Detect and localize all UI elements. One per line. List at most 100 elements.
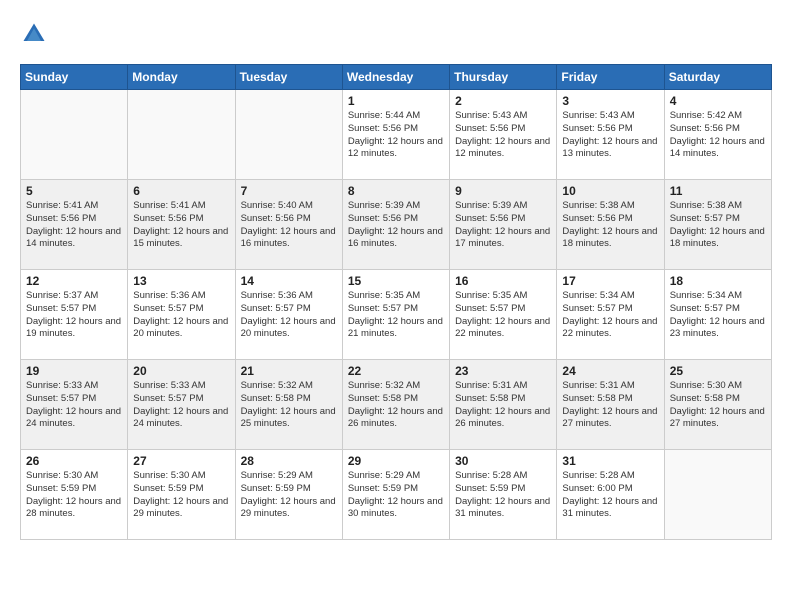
day-number: 6 bbox=[133, 184, 229, 198]
day-info: Sunrise: 5:39 AM Sunset: 5:56 PM Dayligh… bbox=[348, 200, 444, 251]
day-info: Sunrise: 5:28 AM Sunset: 6:00 PM Dayligh… bbox=[562, 470, 658, 521]
calendar-day-cell: 14 Sunrise: 5:36 AM Sunset: 5:57 PM Dayli… bbox=[235, 270, 342, 360]
weekday-header-wednesday: Wednesday bbox=[342, 65, 449, 90]
calendar-day-cell: 18 Sunrise: 5:34 AM Sunset: 5:57 PM Dayli… bbox=[664, 270, 771, 360]
calendar-day-cell: 4 Sunrise: 5:42 AM Sunset: 5:56 PM Daylig… bbox=[664, 90, 771, 180]
weekday-header-sunday: Sunday bbox=[21, 65, 128, 90]
day-info: Sunrise: 5:32 AM Sunset: 5:58 PM Dayligh… bbox=[348, 380, 444, 431]
calendar-day-cell: 26 Sunrise: 5:30 AM Sunset: 5:59 PM Dayli… bbox=[21, 450, 128, 540]
day-number: 17 bbox=[562, 274, 658, 288]
day-info: Sunrise: 5:30 AM Sunset: 5:59 PM Dayligh… bbox=[26, 470, 122, 521]
day-info: Sunrise: 5:36 AM Sunset: 5:57 PM Dayligh… bbox=[133, 290, 229, 341]
calendar-day-cell: 2 Sunrise: 5:43 AM Sunset: 5:56 PM Daylig… bbox=[450, 90, 557, 180]
day-number: 22 bbox=[348, 364, 444, 378]
day-number: 20 bbox=[133, 364, 229, 378]
day-info: Sunrise: 5:40 AM Sunset: 5:56 PM Dayligh… bbox=[241, 200, 337, 251]
calendar-day-cell bbox=[128, 90, 235, 180]
calendar-day-cell: 27 Sunrise: 5:30 AM Sunset: 5:59 PM Dayli… bbox=[128, 450, 235, 540]
day-info: Sunrise: 5:36 AM Sunset: 5:57 PM Dayligh… bbox=[241, 290, 337, 341]
day-info: Sunrise: 5:32 AM Sunset: 5:58 PM Dayligh… bbox=[241, 380, 337, 431]
calendar-day-cell: 28 Sunrise: 5:29 AM Sunset: 5:59 PM Dayli… bbox=[235, 450, 342, 540]
day-number: 13 bbox=[133, 274, 229, 288]
calendar-day-cell: 6 Sunrise: 5:41 AM Sunset: 5:56 PM Daylig… bbox=[128, 180, 235, 270]
calendar-day-cell: 25Sunrise: 5:30 AM Sunset: 5:58 PM Dayli… bbox=[664, 360, 771, 450]
weekday-header-saturday: Saturday bbox=[664, 65, 771, 90]
day-info: Sunrise: 5:38 AM Sunset: 5:56 PM Dayligh… bbox=[562, 200, 658, 251]
day-info: Sunrise: 5:35 AM Sunset: 5:57 PM Dayligh… bbox=[455, 290, 551, 341]
calendar-day-cell: 21Sunrise: 5:32 AM Sunset: 5:58 PM Dayli… bbox=[235, 360, 342, 450]
weekday-header-friday: Friday bbox=[557, 65, 664, 90]
day-info: Sunrise: 5:35 AM Sunset: 5:57 PM Dayligh… bbox=[348, 290, 444, 341]
calendar-week-row: 12Sunrise: 5:37 AM Sunset: 5:57 PM Dayli… bbox=[21, 270, 772, 360]
day-info: Sunrise: 5:30 AM Sunset: 5:59 PM Dayligh… bbox=[133, 470, 229, 521]
day-info: Sunrise: 5:42 AM Sunset: 5:56 PM Dayligh… bbox=[670, 110, 766, 161]
day-info: Sunrise: 5:29 AM Sunset: 5:59 PM Dayligh… bbox=[348, 470, 444, 521]
calendar-day-cell: 9 Sunrise: 5:39 AM Sunset: 5:56 PM Daylig… bbox=[450, 180, 557, 270]
day-info: Sunrise: 5:31 AM Sunset: 5:58 PM Dayligh… bbox=[562, 380, 658, 431]
day-info: Sunrise: 5:33 AM Sunset: 5:57 PM Dayligh… bbox=[133, 380, 229, 431]
calendar-day-cell: 23 Sunrise: 5:31 AM Sunset: 5:58 PM Dayli… bbox=[450, 360, 557, 450]
calendar-day-cell bbox=[235, 90, 342, 180]
day-info: Sunrise: 5:43 AM Sunset: 5:56 PM Dayligh… bbox=[562, 110, 658, 161]
day-number: 4 bbox=[670, 94, 766, 108]
day-info: Sunrise: 5:43 AM Sunset: 5:56 PM Dayligh… bbox=[455, 110, 551, 161]
calendar-day-cell: 5Sunrise: 5:41 AM Sunset: 5:56 PM Daylig… bbox=[21, 180, 128, 270]
logo bbox=[20, 20, 52, 48]
calendar-day-cell: 30 Sunrise: 5:28 AM Sunset: 5:59 PM Dayli… bbox=[450, 450, 557, 540]
day-info: Sunrise: 5:44 AM Sunset: 5:56 PM Dayligh… bbox=[348, 110, 444, 161]
day-info: Sunrise: 5:39 AM Sunset: 5:56 PM Dayligh… bbox=[455, 200, 551, 251]
day-number: 18 bbox=[670, 274, 766, 288]
day-number: 14 bbox=[241, 274, 337, 288]
calendar-day-cell bbox=[664, 450, 771, 540]
calendar-day-cell: 13 Sunrise: 5:36 AM Sunset: 5:57 PM Dayli… bbox=[128, 270, 235, 360]
day-number: 28 bbox=[241, 454, 337, 468]
day-info: Sunrise: 5:38 AM Sunset: 5:57 PM Dayligh… bbox=[670, 200, 766, 251]
day-number: 27 bbox=[133, 454, 229, 468]
day-number: 16 bbox=[455, 274, 551, 288]
calendar-day-cell: 1 Sunrise: 5:44 AM Sunset: 5:56 PM Daylig… bbox=[342, 90, 449, 180]
day-number: 11 bbox=[670, 184, 766, 198]
calendar-week-row: 1 Sunrise: 5:44 AM Sunset: 5:56 PM Daylig… bbox=[21, 90, 772, 180]
day-info: Sunrise: 5:41 AM Sunset: 5:56 PM Dayligh… bbox=[133, 200, 229, 251]
day-number: 24 bbox=[562, 364, 658, 378]
day-info: Sunrise: 5:29 AM Sunset: 5:59 PM Dayligh… bbox=[241, 470, 337, 521]
day-number: 15 bbox=[348, 274, 444, 288]
weekday-header-tuesday: Tuesday bbox=[235, 65, 342, 90]
calendar-day-cell: 31 Sunrise: 5:28 AM Sunset: 6:00 PM Dayli… bbox=[557, 450, 664, 540]
day-number: 8 bbox=[348, 184, 444, 198]
day-number: 30 bbox=[455, 454, 551, 468]
day-number: 2 bbox=[455, 94, 551, 108]
calendar-day-cell: 10Sunrise: 5:38 AM Sunset: 5:56 PM Dayli… bbox=[557, 180, 664, 270]
day-number: 25 bbox=[670, 364, 766, 378]
calendar-day-cell: 24 Sunrise: 5:31 AM Sunset: 5:58 PM Dayli… bbox=[557, 360, 664, 450]
calendar-day-cell: 22 Sunrise: 5:32 AM Sunset: 5:58 PM Dayli… bbox=[342, 360, 449, 450]
day-number: 29 bbox=[348, 454, 444, 468]
calendar-week-row: 19 Sunrise: 5:33 AM Sunset: 5:57 PM Dayli… bbox=[21, 360, 772, 450]
day-number: 5 bbox=[26, 184, 122, 198]
day-info: Sunrise: 5:33 AM Sunset: 5:57 PM Dayligh… bbox=[26, 380, 122, 431]
day-info: Sunrise: 5:31 AM Sunset: 5:58 PM Dayligh… bbox=[455, 380, 551, 431]
day-info: Sunrise: 5:34 AM Sunset: 5:57 PM Dayligh… bbox=[670, 290, 766, 341]
day-number: 19 bbox=[26, 364, 122, 378]
calendar-day-cell: 20 Sunrise: 5:33 AM Sunset: 5:57 PM Dayli… bbox=[128, 360, 235, 450]
day-info: Sunrise: 5:28 AM Sunset: 5:59 PM Dayligh… bbox=[455, 470, 551, 521]
day-number: 23 bbox=[455, 364, 551, 378]
day-info: Sunrise: 5:37 AM Sunset: 5:57 PM Dayligh… bbox=[26, 290, 122, 341]
calendar-day-cell: 8 Sunrise: 5:39 AM Sunset: 5:56 PM Daylig… bbox=[342, 180, 449, 270]
day-number: 26 bbox=[26, 454, 122, 468]
calendar-day-cell bbox=[21, 90, 128, 180]
calendar-week-row: 26 Sunrise: 5:30 AM Sunset: 5:59 PM Dayli… bbox=[21, 450, 772, 540]
calendar-day-cell: 16 Sunrise: 5:35 AM Sunset: 5:57 PM Dayli… bbox=[450, 270, 557, 360]
weekday-header-row: SundayMondayTuesdayWednesdayThursdayFrid… bbox=[21, 65, 772, 90]
calendar-week-row: 5 Sunrise: 5:41 AM Sunset: 5:56 PM Daylig… bbox=[21, 180, 772, 270]
calendar-day-cell: 3Sunrise: 5:43 AM Sunset: 5:56 PM Daylig… bbox=[557, 90, 664, 180]
day-number: 7 bbox=[241, 184, 337, 198]
page-header bbox=[20, 20, 772, 48]
calendar-day-cell: 7 Sunrise: 5:40 AM Sunset: 5:56 PM Daylig… bbox=[235, 180, 342, 270]
calendar-day-cell: 12Sunrise: 5:37 AM Sunset: 5:57 PM Dayli… bbox=[21, 270, 128, 360]
day-number: 9 bbox=[455, 184, 551, 198]
day-info: Sunrise: 5:34 AM Sunset: 5:57 PM Dayligh… bbox=[562, 290, 658, 341]
calendar-day-cell: 29 Sunrise: 5:29 AM Sunset: 5:59 PM Dayli… bbox=[342, 450, 449, 540]
day-number: 31 bbox=[562, 454, 658, 468]
day-number: 1 bbox=[348, 94, 444, 108]
